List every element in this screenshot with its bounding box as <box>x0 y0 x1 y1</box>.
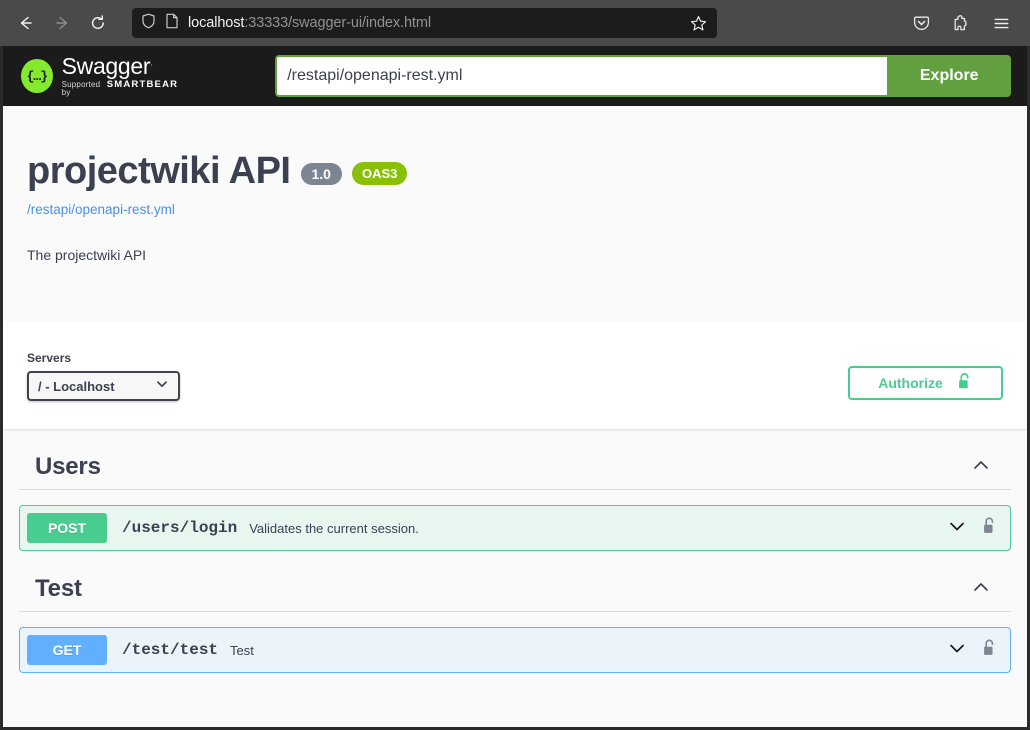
reload-icon[interactable] <box>82 7 114 39</box>
http-method-badge: POST <box>27 513 107 543</box>
smartbear-brand: SMARTBEAR <box>106 79 179 90</box>
http-method-badge: GET <box>27 635 107 665</box>
chevron-up-icon[interactable] <box>971 577 1003 602</box>
servers-band: Servers / - Localhost Authorize <box>3 321 1027 429</box>
chevron-up-icon[interactable] <box>971 455 1003 480</box>
browser-action-icons <box>906 8 1020 38</box>
chevron-down-icon[interactable] <box>947 638 967 663</box>
page-title: projectwiki API <box>27 150 291 192</box>
operation-summary: Test <box>230 642 254 658</box>
api-title-row: projectwiki API 1.0 OAS3 <box>27 150 1003 193</box>
tag-section-test: Test GET /test/test Test <box>19 567 1011 673</box>
swagger-logo-tm: . <box>150 57 153 69</box>
authorize-button[interactable]: Authorize <box>848 366 1003 400</box>
operation-get-test-test[interactable]: GET /test/test Test <box>19 627 1011 673</box>
operation-controls <box>947 516 1010 541</box>
chevron-down-icon <box>155 377 169 396</box>
tag-header-test[interactable]: Test <box>19 567 1011 612</box>
unlock-icon <box>956 372 973 394</box>
spec-url-input[interactable] <box>275 55 888 97</box>
browser-toolbar: localhost:33333/swagger-ui/index.html <box>0 0 1030 46</box>
oas-version-badge: OAS3 <box>351 162 408 185</box>
forward-arrow-icon[interactable] <box>46 7 78 39</box>
shield-icon[interactable] <box>141 13 156 34</box>
swagger-logo-text: Swagger <box>61 53 151 79</box>
url-path: :33333/swagger-ui/index.html <box>244 15 431 31</box>
operations-container: Users POST /users/login Validates the cu… <box>3 445 1027 673</box>
operation-path: /test/test <box>122 641 219 659</box>
operation-post-users-login[interactable]: POST /users/login Validates the current … <box>19 505 1011 551</box>
authorize-label: Authorize <box>878 375 943 391</box>
swagger-topbar: {…} Swagger. Supported by SMARTBEAR Expl… <box>3 46 1027 106</box>
operation-summary: Validates the current session. <box>249 520 419 536</box>
tag-header-users[interactable]: Users <box>19 445 1011 490</box>
server-select[interactable]: / - Localhost <box>27 371 180 401</box>
pocket-icon[interactable] <box>906 8 936 38</box>
spec-url-link[interactable]: /restapi/openapi-rest.yml <box>27 202 1003 217</box>
page-viewport: {…} Swagger. Supported by SMARTBEAR Expl… <box>0 46 1030 730</box>
swagger-logo-icon: {…} <box>21 59 53 93</box>
version-badge: 1.0 <box>300 162 342 185</box>
address-bar[interactable]: localhost:33333/swagger-ui/index.html <box>132 8 717 38</box>
supported-by-label: Supported by <box>61 80 101 97</box>
api-description: The projectwiki API <box>27 247 147 263</box>
back-arrow-icon[interactable] <box>10 7 42 39</box>
menu-icon[interactable] <box>986 8 1016 38</box>
operation-controls <box>947 638 1010 663</box>
bookmark-star-icon[interactable] <box>688 13 708 33</box>
operation-path: /users/login <box>122 519 238 537</box>
spec-url-form: Explore <box>275 55 1012 97</box>
tag-name-users: Users <box>35 453 101 480</box>
api-info-block: projectwiki API 1.0 OAS3 /restapi/openap… <box>3 106 1027 321</box>
servers-label: Servers <box>27 351 72 365</box>
explore-button[interactable]: Explore <box>887 55 1012 97</box>
server-select-value: / - Localhost <box>38 378 115 394</box>
url-host: localhost <box>188 15 245 31</box>
tag-section-users: Users POST /users/login Validates the cu… <box>19 445 1011 551</box>
page-info-icon[interactable] <box>165 13 179 34</box>
unlock-icon[interactable] <box>981 638 998 663</box>
tag-name-test: Test <box>35 575 82 602</box>
swagger-logo[interactable]: {…} Swagger. Supported by SMARTBEAR <box>21 55 178 97</box>
unlock-icon[interactable] <box>981 516 998 541</box>
servers-section: Servers / - Localhost <box>27 351 180 401</box>
extensions-icon[interactable] <box>946 8 976 38</box>
chevron-down-icon[interactable] <box>947 516 967 541</box>
url-text[interactable]: localhost:33333/swagger-ui/index.html <box>188 15 679 31</box>
